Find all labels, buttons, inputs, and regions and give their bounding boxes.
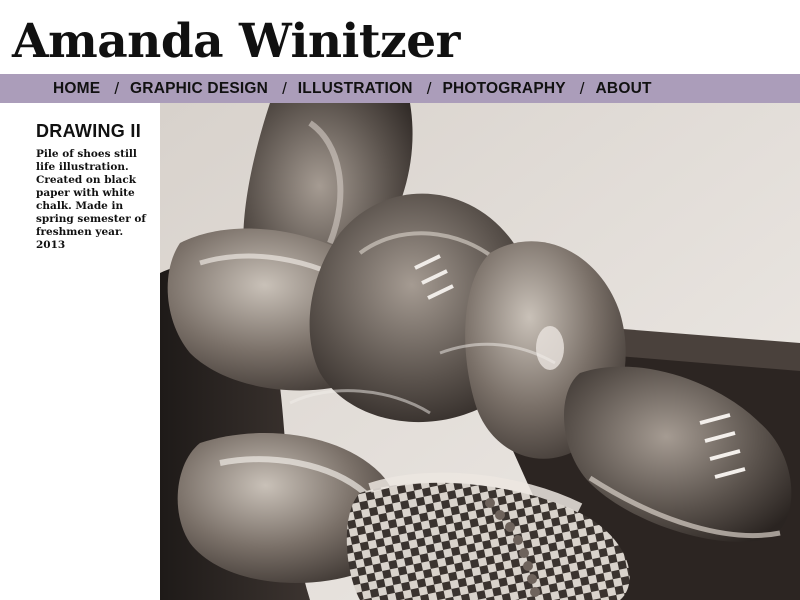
nav-separator: / — [579, 78, 585, 98]
nav-separator: / — [426, 78, 432, 98]
main-navigation: HOME / GRAPHIC DESIGN / ILLUSTRATION / P… — [0, 74, 800, 103]
nav-home[interactable]: HOME — [53, 80, 100, 98]
artwork-image[interactable] — [160, 103, 800, 600]
work-info: DRAWING II Pile of shoes still life illu… — [36, 121, 156, 252]
nav-list: HOME / GRAPHIC DESIGN / ILLUSTRATION / P… — [53, 74, 652, 103]
shoe-pile-drawing — [160, 103, 800, 600]
nav-graphic-design[interactable]: GRAPHIC DESIGN — [130, 80, 268, 98]
nav-separator: / — [114, 78, 120, 98]
work-title: DRAWING II — [36, 121, 141, 141]
nav-photography[interactable]: PHOTOGRAPHY — [442, 80, 565, 98]
nav-about[interactable]: ABOUT — [596, 80, 652, 98]
nav-illustration[interactable]: ILLUSTRATION — [298, 80, 413, 98]
work-description: Pile of shoes still life illustration. C… — [36, 148, 146, 251]
site-title[interactable]: Amanda Winitzer — [12, 18, 460, 65]
nav-separator: / — [282, 78, 287, 98]
